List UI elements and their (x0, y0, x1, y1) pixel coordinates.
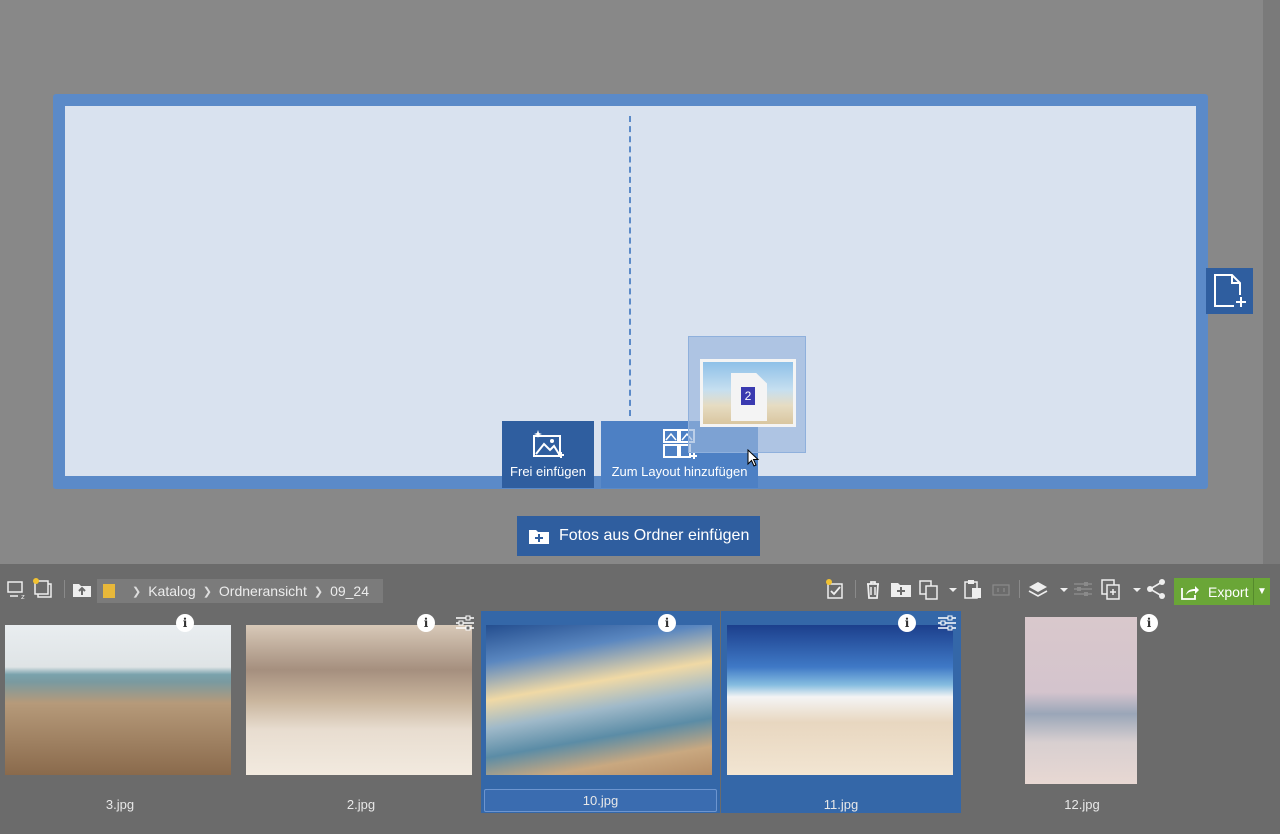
thumbnail-image (727, 625, 953, 775)
new-collection-icon[interactable] (32, 578, 54, 600)
thumbnail-2-jpg[interactable]: i 2.jpg (241, 611, 481, 813)
page-fold-line (629, 116, 631, 416)
browser-toolbar: z ❯ Katalog ❯ Ordneransicht ❯ 09_24 Expo… (0, 564, 1280, 612)
export-label: Export (1208, 583, 1249, 600)
info-icon[interactable]: i (417, 614, 435, 632)
adjustments-disabled-icon (1072, 578, 1094, 600)
thumbnail-11-jpg[interactable]: i 11.jpg (721, 611, 961, 813)
image-sparkle-icon (533, 430, 564, 458)
info-icon[interactable]: i (658, 614, 676, 632)
info-icon[interactable]: i (1140, 614, 1158, 632)
add-page-button[interactable] (1206, 268, 1253, 314)
breadcrumb-item-ordneransicht[interactable]: Ordneransicht (219, 583, 307, 599)
insert-freely-label: Frei einfügen (510, 464, 586, 479)
drag-preview: 2 (688, 336, 806, 453)
thumbnail-filename[interactable]: 10.jpg (484, 789, 717, 812)
thumbnail-filename: 3.jpg (105, 797, 135, 812)
folder-up-icon[interactable] (71, 578, 93, 600)
thumbnail-filename: 11.jpg (823, 797, 859, 812)
export-main[interactable]: Export (1174, 578, 1254, 605)
thumbnail-filename: 2.jpg (346, 797, 376, 812)
add-page-icon (1214, 274, 1248, 309)
toolbar-separator (855, 580, 856, 598)
disabled-action-icon (990, 578, 1012, 600)
thumbnail-3-jpg[interactable]: i 3.jpg (0, 611, 240, 813)
folder-add-icon (529, 530, 549, 544)
layers-icon[interactable] (1027, 578, 1049, 600)
mouse-cursor-icon (747, 449, 760, 467)
insert-photos-from-folder-button[interactable]: Fotos aus Ordner einfügen (517, 516, 760, 556)
photo-browser-panel: z ❯ Katalog ❯ Ordneransicht ❯ 09_24 Expo… (0, 564, 1280, 834)
chevron-right-icon: ❯ (202, 585, 212, 598)
add-to-layout-label: Zum Layout hinzufügen (611, 464, 748, 479)
copy-dropdown-arrow-icon[interactable] (942, 578, 957, 600)
paste-icon[interactable] (962, 578, 984, 600)
duplicate-icon[interactable] (1100, 578, 1122, 600)
thumbnail-image (246, 625, 472, 775)
export-dropdown-arrow-icon[interactable]: ▼ (1254, 586, 1270, 597)
insert-freely-drop-zone[interactable]: Frei einfügen (502, 421, 594, 488)
chevron-right-icon: ❯ (132, 585, 142, 598)
thumbnail-filename: 12.jpg (1064, 797, 1100, 812)
insert-photos-from-folder-label: Fotos aus Ordner einfügen (559, 527, 750, 544)
breadcrumb: ❯ Katalog ❯ Ordneransicht ❯ 09_24 (97, 579, 383, 603)
folder-icon (103, 584, 115, 598)
sort-icon[interactable]: z (6, 578, 28, 601)
select-new-icon[interactable] (824, 578, 846, 600)
info-icon[interactable]: i (898, 614, 916, 632)
delete-icon[interactable] (862, 578, 884, 600)
share-icon[interactable] (1145, 578, 1167, 600)
thumbnail-image (1025, 617, 1137, 784)
export-button[interactable]: Export ▼ (1174, 578, 1270, 605)
thumbnail-12-jpg[interactable]: i 12.jpg (962, 611, 1202, 813)
move-to-folder-icon[interactable] (890, 578, 912, 600)
drag-count-badge: 2 (741, 387, 755, 405)
toolbar-separator (64, 580, 65, 598)
info-icon[interactable]: i (176, 614, 194, 632)
export-icon (1181, 585, 1199, 600)
breadcrumb-item-katalog[interactable]: Katalog (148, 583, 195, 599)
chevron-right-icon: ❯ (313, 585, 324, 598)
layers-dropdown-arrow-icon[interactable] (1053, 578, 1068, 600)
duplicate-dropdown-arrow-icon[interactable] (1126, 578, 1141, 600)
adjustments-icon[interactable] (937, 614, 957, 632)
copy-icon[interactable] (918, 578, 940, 600)
vertical-scrollbar[interactable] (1263, 0, 1280, 564)
svg-text:z: z (21, 593, 25, 600)
thumbnail-image (486, 625, 712, 775)
breadcrumb-item-folder[interactable]: 09_24 (330, 583, 369, 599)
thumbnail-10-jpg[interactable]: i 10.jpg (481, 611, 720, 813)
toolbar-separator (1019, 580, 1020, 598)
thumbnail-image (5, 625, 231, 775)
adjustments-icon[interactable] (455, 614, 475, 632)
